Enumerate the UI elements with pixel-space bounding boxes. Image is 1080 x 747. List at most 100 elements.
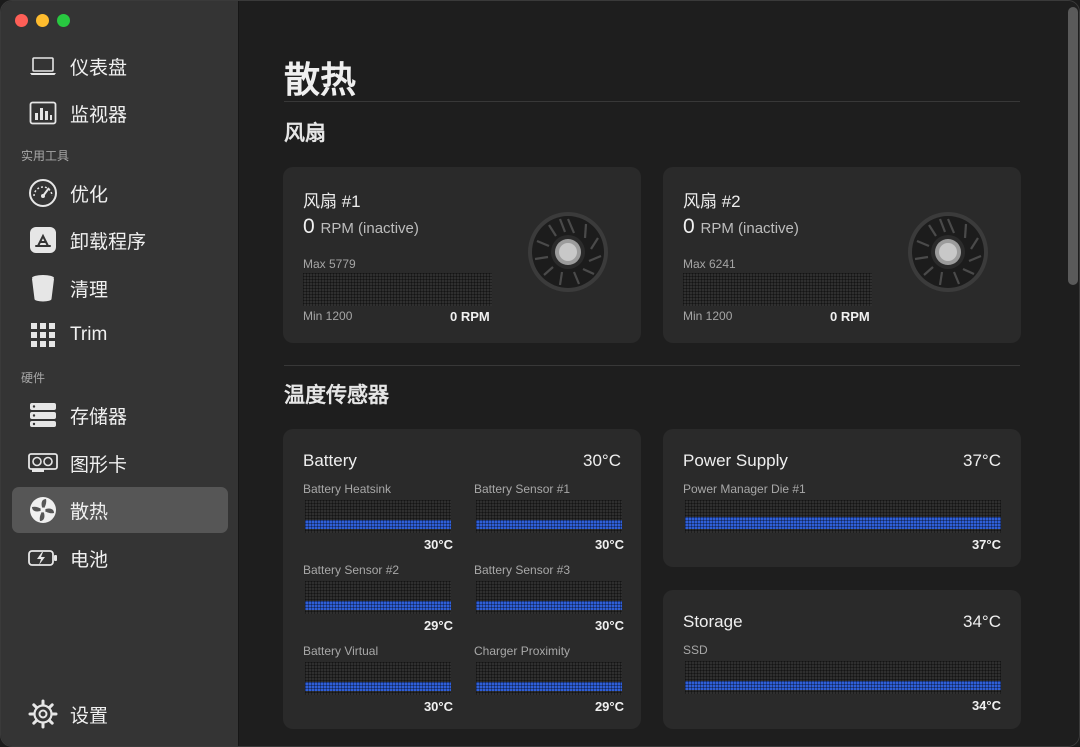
fan-current-rpm: 0 RPM	[830, 309, 870, 324]
sensor-bar-fill	[476, 520, 622, 529]
sensor-group-temp: 30°C	[583, 451, 621, 470]
sensor-group-card: Power Supply 37°C Power Manager Die #1 3…	[663, 429, 1021, 567]
sidebar-section-hardware: 硬件	[21, 371, 46, 385]
sensor-group-card: Battery 30°C Battery Heatsink 30°C Batte…	[283, 429, 641, 729]
sensor-label: Battery Sensor #2	[303, 563, 400, 577]
fan-speed-graph	[303, 273, 492, 306]
fan-max: Max 6241	[683, 257, 736, 271]
minimize-window-button[interactable]	[36, 14, 49, 27]
sensor-bar	[305, 662, 451, 695]
fan-name: 风扇 #2	[683, 192, 741, 211]
sensor-bar-fill	[305, 601, 451, 610]
sensor-label: Battery Heatsink	[303, 482, 392, 496]
sidebar-item-graphics[interactable]: 图形卡	[12, 440, 228, 486]
sensor-value: 37°C	[971, 537, 1001, 552]
grid-icon	[28, 320, 58, 350]
sensor-bar-fill	[305, 520, 451, 529]
sensor-bar	[685, 500, 1001, 533]
sensor-bar	[476, 581, 622, 614]
window-controls	[15, 14, 70, 27]
trash-icon	[28, 273, 58, 303]
close-window-button[interactable]	[15, 14, 28, 27]
fan-rpm-value: 0	[303, 215, 315, 238]
sensor-item: Battery Sensor #1 30°C	[474, 482, 624, 552]
sidebar-item-label: 清理	[70, 279, 109, 301]
sensor-value: 29°C	[423, 618, 453, 633]
sidebar-item-label: 仪表盘	[70, 57, 128, 79]
sensor-group-card: Storage 34°C SSD 34°C	[663, 590, 1021, 729]
sensor-group-temp: 37°C	[963, 451, 1001, 470]
sensors-section-title: 温度传感器	[284, 384, 389, 407]
sensor-item: Battery Sensor #2 29°C	[303, 563, 453, 633]
sidebar-item-clean[interactable]: 清理	[12, 265, 228, 311]
fan-icon	[28, 495, 58, 525]
fan-current-rpm: 0 RPM	[450, 309, 490, 324]
fan-rpm-unit: RPM (inactive)	[320, 220, 419, 237]
sensor-item: Charger Proximity 29°C	[474, 644, 624, 714]
sensor-bar-fill	[476, 682, 622, 691]
sensor-label: SSD	[683, 643, 708, 657]
sensor-item: SSD 34°C	[683, 643, 1001, 713]
sensor-label: Charger Proximity	[474, 644, 571, 658]
title-divider	[284, 101, 1020, 102]
sensor-group-name: Power Supply	[683, 451, 788, 470]
sidebar-item-label: Trim	[70, 324, 108, 345]
sensor-label: Power Manager Die #1	[683, 482, 806, 496]
sidebar-item-label: 散热	[70, 501, 109, 523]
sidebar-item-label: 图形卡	[70, 454, 128, 476]
sidebar-item-storage[interactable]: 存储器	[12, 392, 228, 438]
fan-graphic-icon	[908, 212, 988, 292]
fan-min: Min 1200	[303, 309, 353, 323]
fan-rpm: 0 RPM (inactive)	[303, 215, 419, 239]
app-store-icon	[28, 225, 58, 255]
sensor-item: Battery Virtual 30°C	[303, 644, 453, 714]
monitor-chart-icon	[28, 98, 58, 128]
fan-graphic-icon	[528, 212, 608, 292]
sidebar-item-label: 监视器	[70, 104, 128, 126]
sensor-item: Battery Heatsink 30°C	[303, 482, 453, 552]
sidebar: 仪表盘 监视器 实用工具 优化 卸载程序 清理 Trim 硬件 存储器 图形卡 …	[1, 1, 239, 746]
sidebar-item-settings[interactable]: 设置	[12, 691, 228, 737]
sensor-bar	[305, 581, 451, 614]
sidebar-item-uninstaller[interactable]: 卸载程序	[12, 217, 228, 263]
sidebar-item-optimize[interactable]: 优化	[12, 170, 228, 216]
sensor-value: 30°C	[594, 537, 624, 552]
fans-section-title: 风扇	[284, 122, 326, 145]
fan-speed-graph	[683, 273, 872, 306]
vertical-scrollbar[interactable]	[1068, 7, 1078, 285]
fan-max: Max 5779	[303, 257, 356, 271]
fan-rpm: 0 RPM (inactive)	[683, 215, 799, 239]
app-window: 仪表盘 监视器 实用工具 优化 卸载程序 清理 Trim 硬件 存储器 图形卡 …	[0, 0, 1080, 747]
sidebar-item-monitor[interactable]: 监视器	[12, 90, 228, 136]
fan-card: 风扇 #1 0 RPM (inactive) Max 5779 Min 1200…	[283, 167, 641, 343]
sidebar-item-label: 电池	[70, 549, 109, 571]
sensor-value: 29°C	[594, 699, 624, 714]
sidebar-section-tools: 实用工具	[21, 149, 70, 163]
sensor-label: Battery Sensor #3	[474, 563, 571, 577]
main-content: 散热 风扇 风扇 #1 0 RPM (inactive) Max 5779 Mi…	[240, 1, 1079, 746]
sidebar-item-dashboard[interactable]: 仪表盘	[12, 43, 228, 89]
sensor-bar	[685, 661, 1001, 694]
sidebar-item-cooling[interactable]: 散热	[12, 487, 228, 533]
sensor-item: Battery Sensor #3 30°C	[474, 563, 624, 633]
sensor-group-name: Storage	[683, 612, 743, 631]
sensor-bar-fill	[685, 681, 1001, 690]
laptop-icon	[28, 51, 58, 81]
sensor-bar-fill	[685, 517, 1001, 529]
sensor-bar	[476, 500, 622, 533]
battery-icon	[28, 543, 58, 573]
storage-icon	[28, 400, 58, 430]
sidebar-item-label: 优化	[70, 184, 109, 206]
sensor-bar-fill	[476, 601, 622, 610]
sensor-bar-fill	[305, 682, 451, 691]
gpu-icon	[28, 448, 58, 478]
sensor-group-temp: 34°C	[963, 612, 1001, 631]
sensor-bar	[476, 662, 622, 695]
zoom-window-button[interactable]	[57, 14, 70, 27]
sidebar-item-battery[interactable]: 电池	[12, 535, 228, 581]
sensor-bar	[305, 500, 451, 533]
gauge-icon	[28, 178, 58, 208]
sidebar-item-label: 存储器	[70, 406, 128, 428]
sidebar-item-trim[interactable]: Trim	[12, 312, 228, 358]
sensor-label: Battery Sensor #1	[474, 482, 571, 496]
